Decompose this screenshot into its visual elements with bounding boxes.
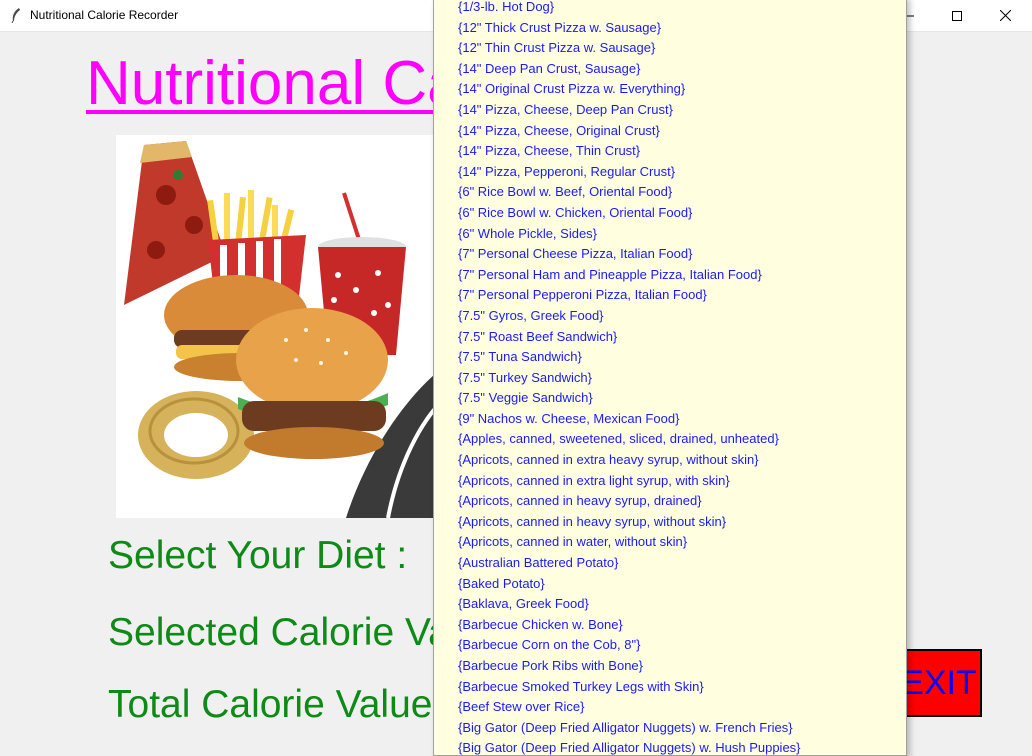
diet-option-item[interactable]: {7" Personal Cheese Pizza, Italian Food} (434, 244, 906, 265)
close-icon (999, 10, 1011, 21)
diet-option-item[interactable]: {7.5" Roast Beef Sandwich} (434, 327, 906, 348)
diet-option-item[interactable]: {14" Pizza, Pepperoni, Regular Crust} (434, 162, 906, 183)
diet-option-item[interactable]: {7.5" Turkey Sandwich} (434, 368, 906, 389)
select-diet-label: Select Your Diet : (108, 534, 408, 577)
diet-option-item[interactable]: {7" Personal Ham and Pineapple Pizza, It… (434, 265, 906, 286)
diet-option-item[interactable]: {Apricots, canned in water, without skin… (434, 532, 906, 553)
diet-options-list: {1/3-lb. Hot Dog} {12" Thick Crust Pizza … (434, 0, 906, 755)
diet-dropdown-list[interactable]: {1/3-lb. Hot Dog} {12" Thick Crust Pizza … (433, 0, 907, 756)
maximize-icon (952, 10, 962, 21)
close-button[interactable] (982, 0, 1028, 31)
fast-food-illustration (116, 135, 446, 518)
diet-option-item[interactable]: {6" Whole Pickle, Sides} (434, 224, 906, 245)
diet-option-item[interactable]: {Barbecue Chicken w. Bone} (434, 615, 906, 636)
diet-option-item[interactable]: {Apricots, canned in heavy syrup, draine… (434, 491, 906, 512)
diet-option-item[interactable]: {14" Pizza, Cheese, Thin Crust} (434, 141, 906, 162)
diet-option-item[interactable]: {7.5" Gyros, Greek Food} (434, 306, 906, 327)
diet-option-item[interactable]: {Barbecue Pork Ribs with Bone} (434, 656, 906, 677)
diet-option-item[interactable]: {Beef Stew over Rice} (434, 697, 906, 718)
diet-option-item[interactable]: {Big Gator (Deep Fried Alligator Nuggets… (434, 738, 906, 755)
diet-option-item[interactable]: {14" Pizza, Cheese, Original Crust} (434, 121, 906, 142)
diet-option-item[interactable]: {Apples, canned, sweetened, sliced, drai… (434, 429, 906, 450)
diet-option-item[interactable]: {Barbecue Smoked Turkey Legs with Skin} (434, 677, 906, 698)
diet-option-item[interactable]: {Baklava, Greek Food} (434, 594, 906, 615)
diet-option-item[interactable]: {12" Thin Crust Pizza w. Sausage} (434, 38, 906, 59)
diet-option-item[interactable]: {7" Personal Pepperoni Pizza, Italian Fo… (434, 285, 906, 306)
diet-option-item[interactable]: {Apricots, canned in extra heavy syrup, … (434, 450, 906, 471)
window-title: Nutritional Calorie Recorder (30, 8, 179, 22)
diet-option-item[interactable]: {14" Original Crust Pizza w. Everything} (434, 79, 906, 100)
food-image (116, 135, 446, 518)
diet-option-item[interactable]: {14" Deep Pan Crust, Sausage} (434, 59, 906, 80)
diet-option-item[interactable]: {1/3-lb. Hot Dog} (434, 0, 906, 18)
diet-option-item[interactable]: {6" Rice Bowl w. Chicken, Oriental Food} (434, 203, 906, 224)
maximize-button[interactable] (934, 0, 980, 31)
diet-option-item[interactable]: {Big Gator (Deep Fried Alligator Nuggets… (434, 718, 906, 739)
diet-option-item[interactable]: {6" Rice Bowl w. Beef, Oriental Food} (434, 182, 906, 203)
diet-option-item[interactable]: {7.5" Tuna Sandwich} (434, 347, 906, 368)
diet-option-item[interactable]: {Apricots, canned in heavy syrup, withou… (434, 512, 906, 533)
diet-option-item[interactable]: {9" Nachos w. Cheese, Mexican Food} (434, 409, 906, 430)
diet-option-item[interactable]: {Australian Battered Potato} (434, 553, 906, 574)
feather-icon (11, 8, 20, 23)
diet-option-item[interactable]: {Baked Potato} (434, 574, 906, 595)
total-calorie-label: Total Calorie Value (108, 683, 433, 726)
diet-option-item[interactable]: {14" Pizza, Cheese, Deep Pan Crust} (434, 100, 906, 121)
diet-option-item[interactable]: {7.5" Veggie Sandwich} (434, 388, 906, 409)
diet-option-item[interactable]: {Apricots, canned in extra light syrup, … (434, 471, 906, 492)
diet-option-item[interactable]: {Barbecue Corn on the Cob, 8"} (434, 635, 906, 656)
diet-option-item[interactable]: {12" Thick Crust Pizza w. Sausage} (434, 18, 906, 39)
